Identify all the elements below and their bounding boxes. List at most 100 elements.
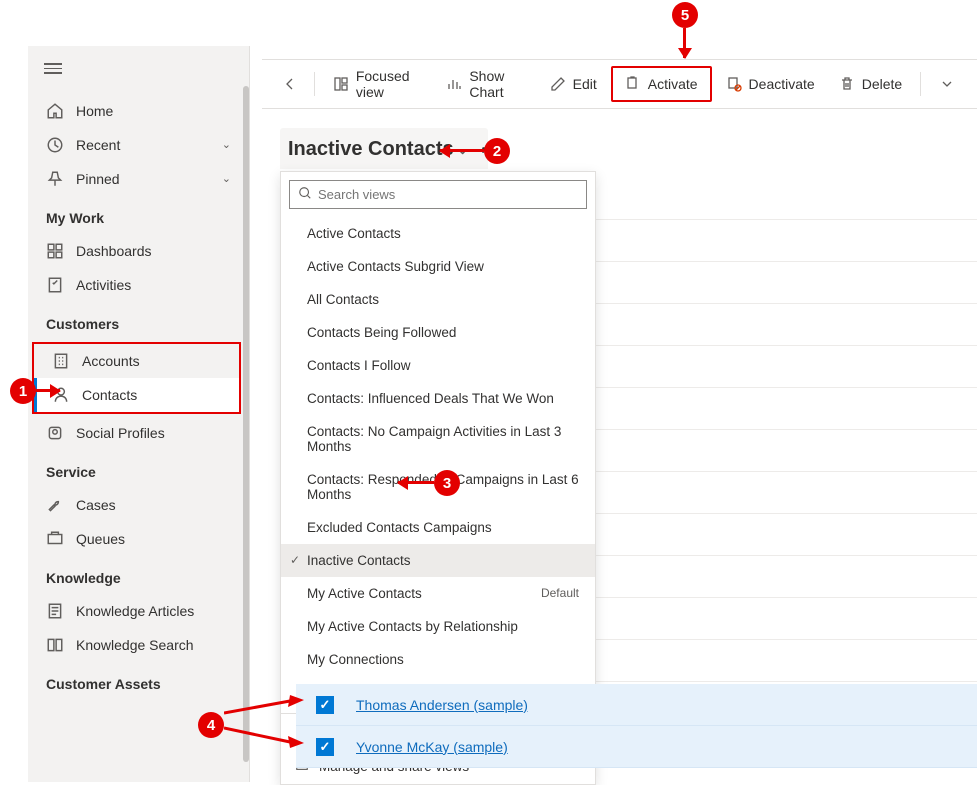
edit-button[interactable]: Edit <box>540 70 607 98</box>
trash-icon <box>839 76 855 92</box>
cmd-label: Show Chart <box>469 68 525 100</box>
nav-label: Activities <box>76 277 231 293</box>
view-option[interactable]: Contacts: No Campaign Activities in Last… <box>281 415 595 463</box>
nav-social-profiles[interactable]: Social Profiles <box>28 416 249 450</box>
left-sidebar: Home Recent ⌄ Pinned ⌄ My Work Dashboard… <box>28 46 250 782</box>
clipboard-icon <box>46 276 64 294</box>
view-option[interactable]: My Active ContactsDefault <box>281 577 595 610</box>
chevron-down-icon <box>939 76 955 92</box>
nav-accounts[interactable]: Accounts <box>34 344 239 378</box>
nav-label: Contacts <box>82 387 221 403</box>
home-icon <box>46 102 64 120</box>
nav-label: Knowledge Search <box>76 637 231 653</box>
section-service: Service <box>28 450 249 488</box>
main-content: Inactive Contacts ⌄ ↖ Active Contacts Ac… <box>280 128 977 782</box>
view-option[interactable]: My Connections <box>281 643 595 676</box>
nav-recent[interactable]: Recent ⌄ <box>28 128 249 162</box>
chevron-down-icon: ⌄ <box>222 138 231 151</box>
nav-home[interactable]: Home <box>28 94 249 128</box>
article-icon <box>46 602 64 620</box>
pin-icon <box>46 170 64 188</box>
section-customer-assets: Customer Assets <box>28 662 249 700</box>
book-icon <box>46 636 64 654</box>
nav-knowledge-articles[interactable]: Knowledge Articles <box>28 594 249 628</box>
command-bar: Focused view Show Chart Edit Activate De… <box>262 59 977 109</box>
nav-knowledge-search[interactable]: Knowledge Search <box>28 628 249 662</box>
back-button[interactable] <box>274 70 306 98</box>
view-option[interactable]: Contacts: Influenced Deals That We Won <box>281 382 595 415</box>
view-option[interactable]: Contacts I Follow <box>281 349 595 382</box>
more-commands[interactable] <box>929 70 965 98</box>
nav-dashboards[interactable]: Dashboards <box>28 234 249 268</box>
default-badge: Default <box>541 586 579 600</box>
cmd-label: Activate <box>648 76 698 92</box>
nav-queues[interactable]: Queues <box>28 522 249 556</box>
cmd-label: Deactivate <box>749 76 815 92</box>
hamburger-menu[interactable] <box>28 46 249 94</box>
separator <box>314 72 315 96</box>
back-arrow-icon <box>282 76 298 92</box>
activate-button[interactable]: Activate <box>611 66 712 102</box>
view-option[interactable]: My Active Contacts by Relationship <box>281 610 595 643</box>
nav-contacts[interactable]: Contacts <box>34 378 239 412</box>
view-option[interactable]: Active Contacts Subgrid View <box>281 250 595 283</box>
badge-icon <box>46 424 64 442</box>
arrow-3 <box>398 481 434 484</box>
callout-2: 2 <box>484 138 510 164</box>
cmd-label: Focused view <box>356 68 423 100</box>
nav-activities[interactable]: Activities <box>28 268 249 302</box>
clock-icon <box>46 136 64 154</box>
nav-label: Cases <box>76 497 231 513</box>
callout-4: 4 <box>198 712 224 738</box>
callout-1: 1 <box>10 378 36 404</box>
section-knowledge: Knowledge <box>28 556 249 594</box>
nav-label: Social Profiles <box>76 425 231 441</box>
arrow-4b <box>224 726 304 748</box>
table-row[interactable]: Yvonne McKay (sample) <box>296 726 977 768</box>
view-option[interactable]: All Contacts <box>281 283 595 316</box>
deactivate-icon <box>726 76 742 92</box>
nav-pinned[interactable]: Pinned ⌄ <box>28 162 249 196</box>
contact-link[interactable]: Thomas Andersen (sample) <box>356 697 528 713</box>
nav-label: Accounts <box>82 353 221 369</box>
section-customers: Customers <box>28 302 249 340</box>
view-option-selected[interactable]: Inactive Contacts <box>281 544 595 577</box>
hamburger-icon <box>44 60 62 77</box>
contact-link[interactable]: Yvonne McKay (sample) <box>356 739 508 755</box>
arrow-5 <box>683 28 686 58</box>
cmd-label: Edit <box>573 76 597 92</box>
view-option[interactable]: Active Contacts <box>281 217 595 250</box>
sidebar-scrollbar[interactable] <box>243 86 249 762</box>
deactivate-button[interactable]: Deactivate <box>716 70 825 98</box>
search-views-input[interactable] <box>318 187 578 202</box>
callout-3: 3 <box>434 470 460 496</box>
view-option[interactable]: Excluded Contacts Campaigns <box>281 511 595 544</box>
search-icon <box>298 186 312 203</box>
row-checkbox[interactable] <box>316 738 334 756</box>
view-title-text: Inactive Contacts <box>288 138 454 161</box>
nav-label: Home <box>76 103 231 119</box>
dashboard-icon <box>46 242 64 260</box>
focused-view-button[interactable]: Focused view <box>323 62 433 106</box>
wrench-icon <box>46 496 64 514</box>
table-row[interactable]: Thomas Andersen (sample) <box>296 684 977 726</box>
queue-icon <box>46 530 64 548</box>
callout-5: 5 <box>672 2 698 28</box>
search-views-box[interactable] <box>289 180 587 209</box>
nav-cases[interactable]: Cases <box>28 488 249 522</box>
view-option[interactable]: Contacts Being Followed <box>281 316 595 349</box>
nav-label: Queues <box>76 531 231 547</box>
nav-label: Knowledge Articles <box>76 603 231 619</box>
cmd-label: Delete <box>862 76 902 92</box>
section-my-work: My Work <box>28 196 249 234</box>
separator <box>920 72 921 96</box>
focused-view-icon <box>333 76 349 92</box>
chevron-down-icon: ⌄ <box>222 172 231 185</box>
nav-label: Pinned <box>76 171 210 187</box>
show-chart-button[interactable]: Show Chart <box>436 62 535 106</box>
chart-icon <box>446 76 462 92</box>
nav-label: Dashboards <box>76 243 231 259</box>
pencil-icon <box>550 76 566 92</box>
row-checkbox[interactable] <box>316 696 334 714</box>
delete-button[interactable]: Delete <box>829 70 912 98</box>
